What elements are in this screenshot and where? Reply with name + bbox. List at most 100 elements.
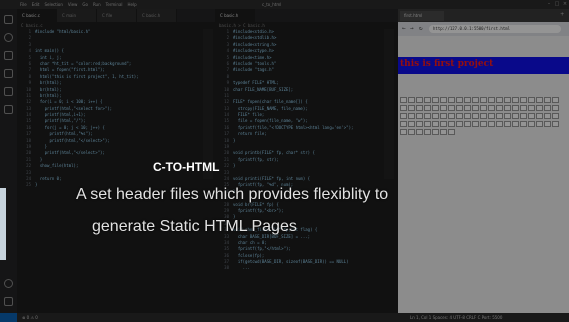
- select-dropdown[interactable]: [440, 105, 447, 111]
- status-right-info[interactable]: Ln 1, Col 1 Spaces: 4 UTF-8 CRLF C Port:…: [410, 315, 502, 320]
- select-dropdown[interactable]: [536, 97, 543, 103]
- select-dropdown[interactable]: [512, 105, 519, 111]
- select-dropdown[interactable]: [480, 97, 487, 103]
- select-dropdown[interactable]: [424, 97, 431, 103]
- select-dropdown[interactable]: [432, 105, 439, 111]
- select-dropdown[interactable]: [424, 121, 431, 127]
- code-line[interactable]: if(getcwd(BASE_DIR, sizeof(BASE_DIR)) ==…: [233, 259, 353, 265]
- select-dropdown[interactable]: [432, 121, 439, 127]
- extensions-icon[interactable]: [4, 87, 13, 96]
- select-dropdown[interactable]: [480, 121, 487, 127]
- select-dropdown[interactable]: [456, 113, 463, 119]
- select-dropdown[interactable]: [408, 97, 415, 103]
- select-dropdown[interactable]: [400, 105, 407, 111]
- left-minimap[interactable]: [203, 29, 213, 179]
- select-dropdown[interactable]: [544, 105, 551, 111]
- menu-item[interactable]: File: [20, 2, 27, 7]
- select-dropdown[interactable]: [496, 97, 503, 103]
- select-dropdown[interactable]: [512, 97, 519, 103]
- source-control-icon[interactable]: [4, 51, 13, 60]
- select-dropdown[interactable]: [496, 121, 503, 127]
- remote-icon[interactable]: [4, 105, 13, 114]
- forward-icon[interactable]: →: [410, 25, 414, 33]
- select-dropdown[interactable]: [480, 113, 487, 119]
- gear-icon[interactable]: [4, 297, 13, 306]
- minimize-icon[interactable]: –: [546, 1, 552, 7]
- maximize-icon[interactable]: □: [554, 1, 560, 7]
- code-text[interactable]: #include "html/basic.h" int main() { int …: [35, 29, 139, 189]
- editor-tab[interactable]: C basic.h: [215, 9, 255, 22]
- select-dropdown[interactable]: [408, 121, 415, 127]
- select-dropdown[interactable]: [512, 121, 519, 127]
- select-dropdown[interactable]: [464, 113, 471, 119]
- select-dropdown[interactable]: [488, 121, 495, 127]
- explorer-icon[interactable]: [4, 15, 13, 24]
- select-dropdown[interactable]: [408, 105, 415, 111]
- select-dropdown[interactable]: [448, 113, 455, 119]
- select-dropdown[interactable]: [544, 121, 551, 127]
- new-tab-icon[interactable]: +: [560, 11, 564, 18]
- select-dropdown[interactable]: [520, 121, 527, 127]
- select-dropdown[interactable]: [408, 129, 415, 135]
- select-dropdown[interactable]: [504, 121, 511, 127]
- select-dropdown[interactable]: [504, 105, 511, 111]
- select-dropdown[interactable]: [488, 97, 495, 103]
- code-text[interactable]: #include<stdio.h> #include<stdlib.h> #incl…: [233, 29, 353, 272]
- select-dropdown[interactable]: [464, 105, 471, 111]
- select-dropdown[interactable]: [416, 129, 423, 135]
- code-line[interactable]: ...: [233, 265, 353, 271]
- editor-tab[interactable]: C file: [97, 9, 137, 22]
- select-dropdown[interactable]: [440, 97, 447, 103]
- menu-item[interactable]: Help: [128, 2, 137, 7]
- editor-tab[interactable]: C basic.c: [17, 9, 57, 22]
- close-icon[interactable]: ×: [562, 1, 568, 7]
- select-dropdown[interactable]: [504, 97, 511, 103]
- select-dropdown[interactable]: [496, 113, 503, 119]
- menu-item[interactable]: Run: [93, 2, 101, 7]
- select-dropdown[interactable]: [536, 113, 543, 119]
- select-dropdown[interactable]: [480, 105, 487, 111]
- left-code-editor[interactable]: 1 2 3 4 5 6 7 8 9 10 11 12 13 14 15 16 17 18 19 20 21 22 23 24 2…: [17, 29, 215, 313]
- select-dropdown[interactable]: [472, 121, 479, 127]
- select-dropdown[interactable]: [528, 97, 535, 103]
- select-dropdown[interactable]: [456, 121, 463, 127]
- right-minimap[interactable]: [384, 29, 394, 179]
- browser-tab[interactable]: first.html: [400, 11, 444, 21]
- select-dropdown[interactable]: [544, 97, 551, 103]
- select-dropdown[interactable]: [440, 129, 447, 135]
- back-icon[interactable]: ←: [402, 25, 406, 33]
- select-dropdown[interactable]: [400, 121, 407, 127]
- select-dropdown[interactable]: [440, 121, 447, 127]
- select-dropdown[interactable]: [432, 113, 439, 119]
- select-dropdown[interactable]: [464, 97, 471, 103]
- select-dropdown[interactable]: [536, 121, 543, 127]
- select-dropdown[interactable]: [448, 105, 455, 111]
- select-dropdown[interactable]: [520, 105, 527, 111]
- menu-item[interactable]: Go: [82, 2, 88, 7]
- menu-item[interactable]: Selection: [44, 2, 62, 7]
- select-dropdown[interactable]: [416, 121, 423, 127]
- run-debug-icon[interactable]: [4, 69, 13, 78]
- select-dropdown[interactable]: [400, 129, 407, 135]
- select-dropdown[interactable]: [448, 129, 455, 135]
- menu-item[interactable]: Terminal: [106, 2, 123, 7]
- select-dropdown[interactable]: [400, 113, 407, 119]
- select-dropdown[interactable]: [448, 97, 455, 103]
- select-dropdown[interactable]: [472, 105, 479, 111]
- select-dropdown[interactable]: [552, 105, 559, 111]
- select-dropdown[interactable]: [448, 121, 455, 127]
- select-dropdown[interactable]: [528, 113, 535, 119]
- account-icon[interactable]: [4, 279, 13, 288]
- select-dropdown[interactable]: [416, 113, 423, 119]
- select-dropdown[interactable]: [504, 113, 511, 119]
- select-dropdown[interactable]: [512, 113, 519, 119]
- select-dropdown[interactable]: [456, 105, 463, 111]
- select-dropdown[interactable]: [520, 113, 527, 119]
- select-dropdown[interactable]: [520, 97, 527, 103]
- select-dropdown[interactable]: [528, 121, 535, 127]
- select-dropdown[interactable]: [432, 97, 439, 103]
- select-dropdown[interactable]: [528, 105, 535, 111]
- url-input[interactable]: http://127.0.0.1:5500/first.html: [429, 25, 561, 33]
- select-dropdown[interactable]: [416, 97, 423, 103]
- select-dropdown[interactable]: [488, 105, 495, 111]
